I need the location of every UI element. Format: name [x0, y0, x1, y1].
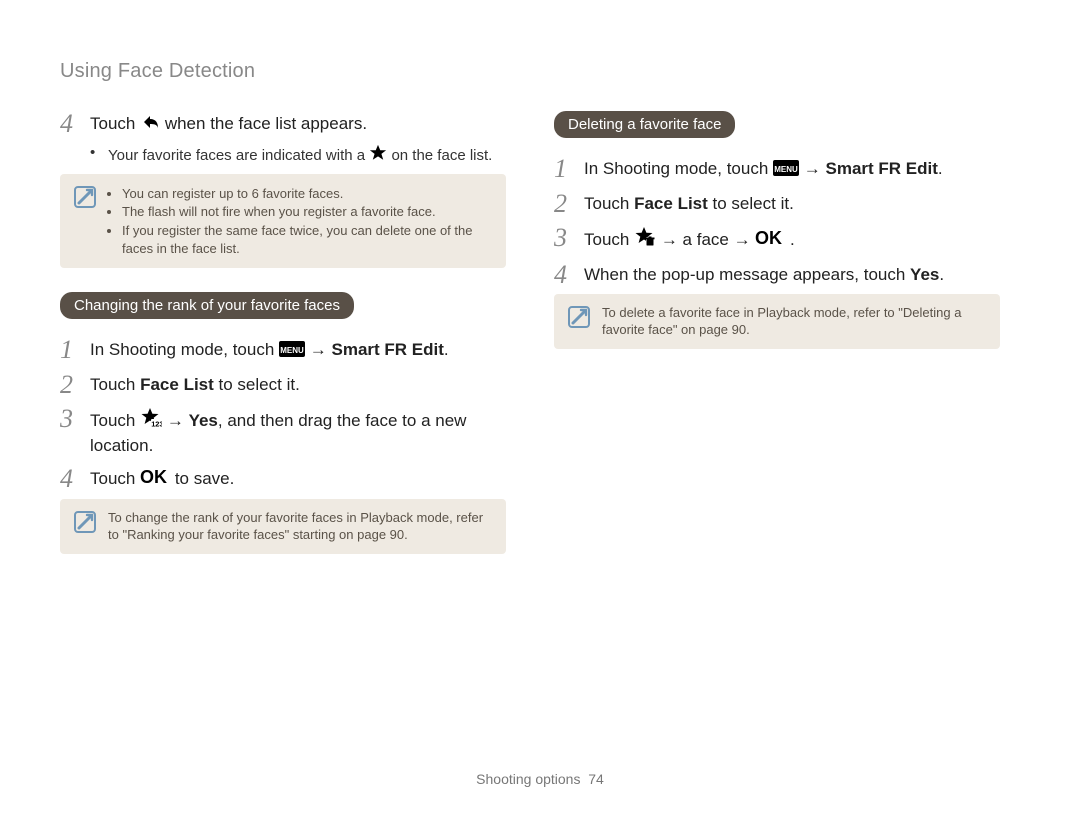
text: →: [804, 159, 826, 178]
text: when the face list appears.: [165, 114, 367, 133]
note-item: The flash will not fire when you registe…: [122, 203, 494, 221]
text-bold: Yes: [910, 265, 939, 284]
text: Touch: [90, 375, 140, 394]
step-text: Touch when the face list appears.: [90, 111, 367, 138]
section-pill-delete: Deleting a favorite face: [554, 111, 735, 138]
text-bold: Smart FR Edit: [826, 159, 938, 178]
text: Touch: [90, 469, 140, 488]
note-icon: [74, 186, 96, 208]
text: →: [167, 411, 189, 430]
text: Touch: [584, 194, 634, 213]
sub-bullet-text: Your favorite faces are indicated with a…: [108, 144, 492, 166]
text: .: [790, 230, 795, 249]
menu-icon: [773, 160, 799, 183]
text: to select it.: [219, 375, 300, 394]
text: →: [310, 340, 332, 359]
note-icon: [568, 306, 590, 328]
right-step-1: 1 In Shooting mode, touch → Smart FR Edi…: [554, 156, 1000, 183]
left-rank-step-1: 1 In Shooting mode, touch → Smart FR Edi…: [60, 337, 506, 364]
note-box-2: To change the rank of your favorite face…: [60, 499, 506, 554]
right-column: Deleting a favorite face 1 In Shooting m…: [554, 103, 1000, 771]
step-number: 2: [554, 191, 584, 217]
text: In Shooting mode, touch: [584, 159, 773, 178]
page-title: Using Face Detection: [60, 60, 1020, 83]
left-rank-step-3: 3 Touch → Yes, and then drag the face to…: [60, 406, 506, 458]
step-text: When the pop-up message appears, touch Y…: [584, 262, 944, 287]
page: Using Face Detection 4 Touch when the fa…: [0, 0, 1080, 815]
step-text: Touch → a face → .: [584, 225, 795, 254]
star-icon: [369, 144, 387, 166]
columns: 4 Touch when the face list appears. • Yo…: [60, 103, 1020, 771]
note-icon: [74, 511, 96, 533]
right-step-4: 4 When the pop-up message appears, touch…: [554, 262, 1000, 288]
step-text: Touch to save.: [90, 466, 234, 493]
right-step-3: 3 Touch → a face → .: [554, 225, 1000, 254]
step-text: In Shooting mode, touch → Smart FR Edit.: [584, 156, 943, 183]
text: In Shooting mode, touch: [90, 340, 279, 359]
text: on the face list.: [391, 147, 492, 164]
left-rank-step-2: 2 Touch Face List to select it.: [60, 372, 506, 398]
footer-page: 74: [588, 771, 604, 787]
text: .: [938, 159, 943, 178]
text-bold: Face List: [634, 194, 708, 213]
step-number: 3: [554, 225, 584, 251]
ok-icon: [140, 468, 170, 493]
left-rank-step-4: 4 Touch to save.: [60, 466, 506, 493]
menu-icon: [279, 341, 305, 364]
note-body: To change the rank of your favorite face…: [108, 509, 494, 544]
step-number: 4: [60, 466, 90, 492]
text-bold: Yes: [189, 411, 218, 430]
footer-section: Shooting options: [476, 771, 580, 787]
step-text: Touch → Yes, and then drag the face to a…: [90, 406, 506, 458]
note-body: You can register up to 6 favorite faces.…: [108, 184, 494, 258]
text: Touch: [90, 411, 140, 430]
back-icon: [140, 113, 160, 138]
right-step-2: 2 Touch Face List to select it.: [554, 191, 1000, 217]
step-number: 1: [554, 156, 584, 182]
section-pill-rank: Changing the rank of your favorite faces: [60, 292, 354, 319]
footer: Shooting options 74: [60, 771, 1020, 787]
note-item: If you register the same face twice, you…: [122, 222, 494, 257]
step-text: Touch Face List to select it.: [584, 191, 794, 216]
sub-bullet: • Your favorite faces are indicated with…: [90, 144, 506, 166]
text: Your favorite faces are indicated with a: [108, 147, 369, 164]
step-number: 1: [60, 337, 90, 363]
text-bold: Smart FR Edit: [332, 340, 444, 359]
left-step-4: 4 Touch when the face list appears.: [60, 111, 506, 138]
text: When the pop-up message appears, touch: [584, 265, 910, 284]
step-number: 4: [60, 111, 90, 137]
note-box-3: To delete a favorite face in Playback mo…: [554, 294, 1000, 349]
text: .: [444, 340, 449, 359]
text: Touch: [584, 230, 634, 249]
step-number: 3: [60, 406, 90, 432]
text-bold: Face List: [140, 375, 214, 394]
step-number: 4: [554, 262, 584, 288]
ok-icon: [755, 229, 785, 254]
star-trash-icon: [634, 227, 656, 254]
text: Touch: [90, 114, 140, 133]
left-column: 4 Touch when the face list appears. • Yo…: [60, 103, 506, 771]
text: to select it.: [713, 194, 794, 213]
text: → a face →: [661, 230, 755, 249]
star-123-icon: [140, 408, 162, 435]
bullet-dot: •: [90, 144, 108, 166]
note-box: You can register up to 6 favorite faces.…: [60, 174, 506, 268]
step-text: Touch Face List to select it.: [90, 372, 300, 397]
note-item: You can register up to 6 favorite faces.: [122, 185, 494, 203]
text: to save.: [175, 469, 235, 488]
note-body: To delete a favorite face in Playback mo…: [602, 304, 988, 339]
step-text: In Shooting mode, touch → Smart FR Edit.: [90, 337, 449, 364]
step-number: 2: [60, 372, 90, 398]
text: .: [939, 265, 944, 284]
